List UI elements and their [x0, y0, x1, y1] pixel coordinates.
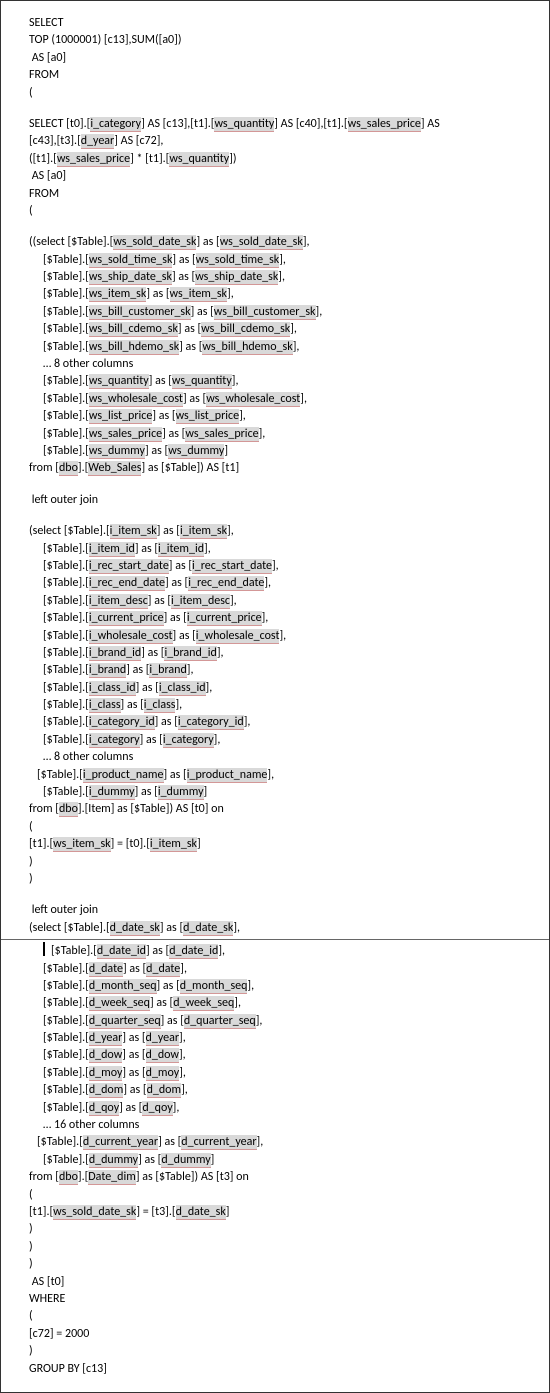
column-line: [$Table].[d_month_seq] as [d_month_seq],: [29, 978, 539, 995]
line: ): [29, 871, 539, 888]
column-line: [$Table].[i_brand] as [i_brand],: [29, 662, 539, 679]
line: [t1].[ws_sold_date_sk] = [t3].[d_date_sk…: [29, 1204, 539, 1221]
column-line: [$Table].[i_item_desc] as [i_item_desc],: [29, 593, 539, 610]
line: (select [$Table].[i_item_sk] as [i_item_…: [29, 523, 539, 540]
column-line: [$Table].[i_category] as [i_category],: [29, 732, 539, 749]
line: (: [29, 85, 539, 102]
column-line: [$Table].[ws_bill_customer_sk] as [ws_bi…: [29, 304, 539, 321]
line: [t1].[ws_item_sk] = [t0].[i_item_sk]: [29, 836, 539, 853]
line: ((select [$Table].[ws_sold_date_sk] as […: [29, 234, 539, 251]
code-block: SELECTTOP (1000001) [c13],SUM([a0]) AS […: [1, 15, 549, 937]
left-outer-join: left outer join: [29, 902, 539, 919]
column-line: [$Table].[ws_sold_time_sk] as [ws_sold_t…: [29, 252, 539, 269]
line: ([t1].[ws_sales_price] * [t1].[ws_quanti…: [29, 151, 539, 168]
column-line: [$Table].[i_class] as [i_class],: [29, 697, 539, 714]
column-line: [$Table].[i_rec_start_date] as [i_rec_st…: [29, 558, 539, 575]
column-line: [$Table].[d_dummy] as [d_dummy]: [29, 1152, 539, 1169]
line: from [dbo].[Web_Sales] as [$Table]) AS […: [29, 460, 539, 477]
line: (: [29, 819, 539, 836]
sql-document: SELECTTOP (1000001) [c13],SUM([a0]) AS […: [0, 0, 550, 1393]
left-outer-join: left outer join: [29, 492, 539, 509]
column-line: [$Table].[ws_sales_price] as [ws_sales_p…: [29, 426, 539, 443]
line: SELECT: [29, 15, 539, 32]
column-line: [$Table].[d_dow] as [d_dow],: [29, 1047, 539, 1064]
column-line: [$Table].[d_current_year] as [d_current_…: [29, 1134, 539, 1151]
line: ): [29, 1221, 539, 1238]
column-line: [$Table].[d_year] as [d_year],: [29, 1030, 539, 1047]
column-line: [$Table].[i_current_price] as [i_current…: [29, 610, 539, 627]
column-line: [$Table].[ws_quantity] as [ws_quantity],: [29, 373, 539, 390]
column-line: [$Table].[ws_bill_hdemo_sk] as [ws_bill_…: [29, 339, 539, 356]
column-line: [$Table].[d_moy] as [d_moy],: [29, 1065, 539, 1082]
line: TOP (1000001) [c13],SUM([a0]): [29, 32, 539, 49]
cursor-bar: [43, 942, 45, 956]
column-line: [$Table].[i_dummy] as [i_dummy]: [29, 784, 539, 801]
column-line: [$Table].[ws_item_sk] as [ws_item_sk],: [29, 286, 539, 303]
column-line: [$Table].[i_class_id] as [i_class_id],: [29, 680, 539, 697]
line: ): [29, 1343, 539, 1360]
line: (: [29, 1308, 539, 1325]
line: GROUP BY [c13]: [29, 1361, 539, 1378]
line: … 16 other columns: [29, 1117, 539, 1134]
column-line: [$Table].[i_category_id] as [i_category_…: [29, 714, 539, 731]
line: from [dbo].[Date_dim] as [$Table]) AS [t…: [29, 1169, 539, 1186]
column-line: [$Table].[d_date_id] as [d_date_id],: [29, 942, 539, 960]
column-line: [$Table].[i_product_name] as [i_product_…: [29, 767, 539, 784]
column-line: [$Table].[ws_dummy] as [ws_dummy]: [29, 443, 539, 460]
column-line: [$Table].[i_wholesale_cost] as [i_wholes…: [29, 628, 539, 645]
line: ): [29, 1256, 539, 1273]
line: from [dbo].[Item] as [$Table]) AS [t0] o…: [29, 801, 539, 818]
line: (: [29, 1187, 539, 1204]
line: (select [$Table].[d_date_sk] as [d_date_…: [29, 920, 539, 937]
line: AS [a0]: [29, 50, 539, 67]
column-line: [$Table].[i_brand_id] as [i_brand_id],: [29, 645, 539, 662]
column-line: [$Table].[d_qoy] as [d_qoy],: [29, 1100, 539, 1117]
column-line: [$Table].[i_rec_end_date] as [i_rec_end_…: [29, 575, 539, 592]
line: AS [a0]: [29, 168, 539, 185]
page-divider: [1, 939, 549, 940]
line: (: [29, 203, 539, 220]
line: FROM: [29, 186, 539, 203]
column-line: [$Table].[ws_list_price] as [ws_list_pri…: [29, 408, 539, 425]
column-line: [$Table].[d_week_seq] as [d_week_seq],: [29, 995, 539, 1012]
line: [c72] = 2000: [29, 1326, 539, 1343]
column-line: [$Table].[ws_wholesale_cost] as [ws_whol…: [29, 391, 539, 408]
line: ): [29, 854, 539, 871]
line: [c43],[t3].[d_year] AS [c72],: [29, 133, 539, 150]
column-line: [$Table].[ws_ship_date_sk] as [ws_ship_d…: [29, 269, 539, 286]
line: … 8 other columns: [29, 749, 539, 766]
column-line: [$Table].[ws_bill_cdemo_sk] as [ws_bill_…: [29, 321, 539, 338]
line: FROM: [29, 67, 539, 84]
line: SELECT [t0].[i_category] AS [c13],[t1].[…: [29, 116, 539, 133]
column-line: [$Table].[d_dom] as [d_dom],: [29, 1082, 539, 1099]
column-line: [$Table].[d_quarter_seq] as [d_quarter_s…: [29, 1013, 539, 1030]
column-line: [$Table].[d_date] as [d_date],: [29, 961, 539, 978]
code-block-2: [$Table].[d_date_id] as [d_date_id],[$Ta…: [1, 942, 549, 1378]
line: … 8 other columns: [29, 356, 539, 373]
line: ): [29, 1239, 539, 1256]
line: AS [t0]: [29, 1274, 539, 1291]
column-line: [$Table].[i_item_id] as [i_item_id],: [29, 541, 539, 558]
